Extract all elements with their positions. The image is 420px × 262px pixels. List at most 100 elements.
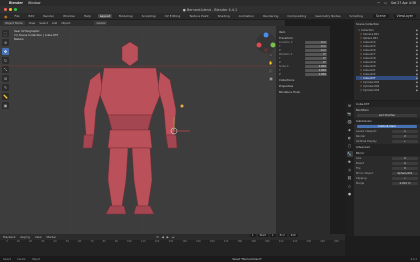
visibility-eye-icon[interactable]: ◉ — [416, 45, 418, 48]
visibility-eye-icon[interactable]: ◉ — [416, 33, 418, 36]
view-layer-selector[interactable]: ViewLayer — [393, 14, 416, 18]
object-tab-icon[interactable]: ▢ — [347, 143, 353, 149]
z-axis-icon[interactable] — [263, 32, 269, 38]
menu-render[interactable]: Render — [41, 14, 56, 18]
tool-tab-icon[interactable]: ⚒ — [347, 103, 353, 109]
tab-animation[interactable]: Animation — [237, 14, 256, 18]
keying-menu[interactable]: Keying — [20, 235, 29, 239]
move-tool-icon[interactable]: ✥ — [2, 48, 9, 55]
catmull-clark-button[interactable]: Catmull-Clark — [357, 125, 417, 128]
minimize-window-button[interactable] — [9, 8, 12, 11]
menu-help[interactable]: Help — [82, 14, 93, 18]
close-window-button[interactable] — [4, 8, 7, 11]
play-controls[interactable]: ⏮ ◀ ▶ ⏭ — [156, 235, 175, 239]
tab-shading[interactable]: Shading — [216, 14, 232, 18]
battery-icon[interactable]: ▭ — [384, 1, 387, 5]
object-menu[interactable]: Object — [61, 21, 70, 25]
tab-scripting[interactable]: Scripting — [348, 14, 365, 18]
timeline-ruler[interactable]: 0 10 20 30 40 50 60 70 80 90 100 110 120 130 140 150 160… — [0, 240, 345, 245]
wifi-icon[interactable]: ◠ — [377, 1, 380, 5]
npanel-section-collections[interactable]: Collections — [279, 78, 327, 82]
y-axis-icon[interactable] — [270, 42, 276, 48]
levels-viewport-field[interactable]: 1 — [392, 130, 418, 133]
scale-y-field[interactable]: 1.000 — [305, 69, 327, 72]
tab-compositing[interactable]: Compositing — [285, 14, 308, 18]
marker-menu[interactable]: Marker — [47, 235, 57, 239]
tab-texture-paint[interactable]: Texture Paint — [187, 14, 210, 18]
start-frame-field[interactable]: 1 — [270, 234, 276, 237]
menu-window[interactable]: Window — [61, 14, 77, 18]
visibility-eye-icon[interactable]: ◉ — [416, 57, 418, 60]
npanel-section-item[interactable]: Item — [279, 30, 327, 34]
zoom-icon[interactable]: ⌕ — [268, 52, 274, 58]
clipping-checkbox[interactable]: ✓ — [392, 177, 418, 180]
location-z-field[interactable]: 0 m — [305, 49, 327, 52]
zoom-window-button[interactable] — [14, 8, 17, 11]
3d-viewport[interactable] — [0, 20, 285, 234]
tab-sculpting[interactable]: Sculpting — [140, 14, 158, 18]
add-modifier-button[interactable]: Add Modifier — [357, 114, 417, 117]
scale-x-field[interactable]: 1.000 — [305, 65, 327, 68]
select-menu[interactable]: Select — [39, 21, 48, 25]
render-tab-icon[interactable]: 📷 — [347, 111, 353, 117]
outliner-item[interactable]: ▽ Cylinder.003 ◉ — [356, 88, 418, 92]
world-tab-icon[interactable]: ◐ — [347, 135, 353, 141]
view-menu-timeline[interactable]: View — [35, 235, 42, 239]
mac-clock[interactable]: Sat 27 Apr 4:36 — [391, 1, 416, 5]
tab-uv-editing[interactable]: UV Editing — [163, 14, 183, 18]
modifier-subdivision-header[interactable]: Subdivision — [354, 118, 420, 124]
visibility-eye-icon[interactable]: ◉ — [416, 85, 418, 88]
visibility-eye-icon[interactable]: ◉ — [416, 89, 418, 92]
output-tab-icon[interactable]: 🖨 — [347, 119, 353, 125]
mac-app-name[interactable]: Blender — [9, 1, 23, 5]
menu-edit[interactable]: Edit — [27, 14, 37, 18]
visibility-eye-icon[interactable]: ◉ — [416, 73, 418, 76]
tab-geometry-nodes[interactable]: Geometry Nodes — [313, 14, 342, 18]
add-cube-tool-icon[interactable]: ▣ — [2, 102, 9, 109]
transform-tool-icon[interactable]: ⊞ — [2, 75, 9, 82]
physics-tab-icon[interactable]: ◎ — [347, 167, 353, 173]
rotation-x-field[interactable]: 0° — [305, 53, 327, 56]
scale-tool-icon[interactable]: ⤡ — [2, 66, 9, 73]
material-tab-icon[interactable]: ● — [347, 191, 353, 197]
pan-icon[interactable]: ✋ — [268, 60, 274, 66]
location-y-field[interactable]: 0 m — [305, 45, 327, 48]
annotate-tool-icon[interactable]: ✎ — [2, 84, 9, 91]
menu-file[interactable]: File — [13, 14, 22, 18]
viewport-canvas[interactable] — [0, 20, 285, 234]
modifier-tab-icon[interactable]: 🔧 — [346, 151, 353, 157]
rotation-y-field[interactable]: 0° — [305, 57, 327, 60]
visibility-eye-icon[interactable]: ◉ — [416, 37, 418, 40]
visibility-eye-icon[interactable]: ◉ — [416, 49, 418, 52]
measure-tool-icon[interactable]: 📏 — [2, 93, 9, 100]
view-menu[interactable]: View — [29, 21, 36, 25]
mirror-bisect-toggle[interactable]: X — [392, 162, 418, 165]
visibility-eye-icon[interactable]: ◉ — [416, 53, 418, 56]
playback-menu[interactable]: Playback — [3, 235, 15, 239]
constraints-tab-icon[interactable]: ⛓ — [347, 175, 353, 181]
object-mode-dropdown[interactable]: Object Mode — [3, 21, 25, 25]
blender-logo-icon[interactable]: ◉ — [4, 14, 8, 19]
visibility-eye-icon[interactable]: ◉ — [416, 81, 418, 84]
mac-menu-window[interactable]: Window — [28, 1, 41, 5]
scale-z-field[interactable]: 1.000 — [305, 73, 327, 76]
tab-modeling[interactable]: Modeling — [117, 14, 135, 18]
camera-view-icon[interactable]: 🎥 — [268, 68, 274, 74]
npanel-section-transform[interactable]: Transform — [279, 36, 327, 40]
mirror-flip-toggle[interactable]: X — [392, 167, 418, 170]
rotation-z-field[interactable]: 0° — [305, 61, 327, 64]
visibility-eye-icon[interactable]: ◉ — [416, 41, 418, 44]
visibility-eye-icon[interactable]: ◉ — [416, 29, 418, 32]
transform-orientation-dropdown[interactable]: Global — [94, 21, 108, 25]
visibility-eye-icon[interactable]: ◉ — [416, 65, 418, 68]
location-x-field[interactable]: 0 m — [305, 41, 327, 44]
visibility-eye-icon[interactable]: ◉ — [416, 77, 418, 80]
current-frame-field[interactable]: 1 — [250, 234, 256, 237]
mirror-object-field[interactable]: Sphere.001 — [392, 172, 418, 175]
select-tool-icon[interactable]: ⬚ — [2, 30, 9, 37]
merge-distance-field[interactable]: 0.001 m — [392, 182, 418, 185]
scene-selector[interactable]: Scene — [372, 14, 389, 18]
tab-layout[interactable]: Layout — [97, 14, 112, 18]
npanel-section-properties[interactable]: Properties — [279, 84, 327, 88]
visibility-eye-icon[interactable]: ◉ — [416, 69, 418, 72]
